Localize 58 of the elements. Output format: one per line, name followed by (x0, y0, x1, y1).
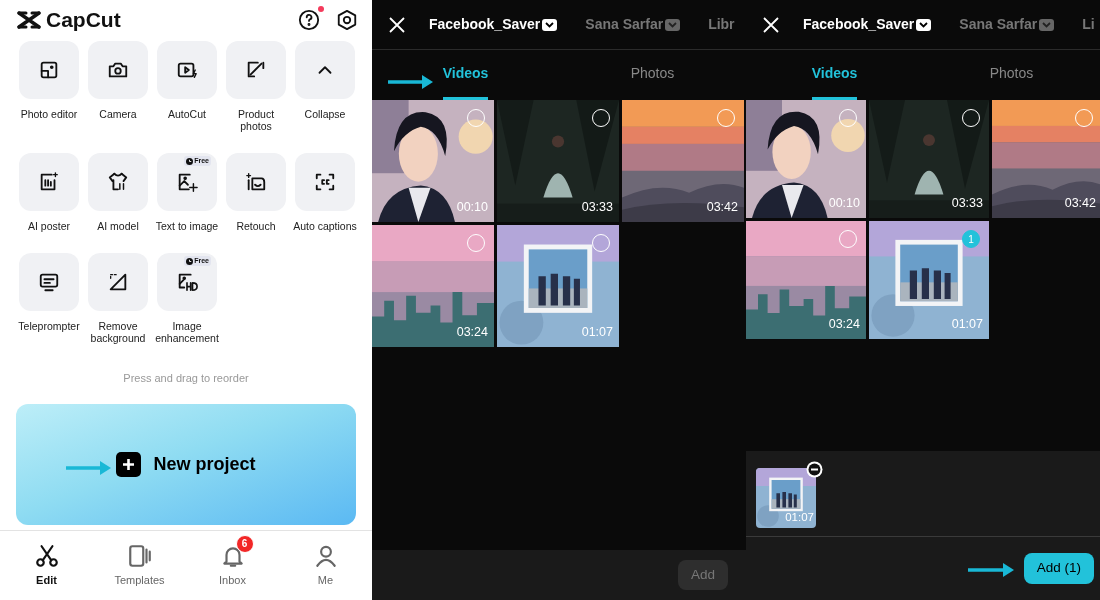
scissors-icon (33, 542, 60, 569)
pointer-arrow (66, 460, 111, 475)
duration-label: 01:07 (951, 316, 983, 334)
album-tab[interactable]: Sana Sarfar (959, 14, 1055, 35)
duration-label: 03:24 (456, 324, 488, 342)
duration-label: 03:42 (1064, 195, 1096, 213)
video-thumbnail[interactable]: 03:24 (746, 221, 866, 339)
close-icon (389, 16, 405, 33)
monitor-icon (38, 271, 60, 293)
remove-icon[interactable] (806, 460, 823, 478)
video-thumbnail[interactable]: 03:42 (622, 100, 744, 222)
image-sparkle-icon (176, 171, 198, 193)
media-tab[interactable]: Photos (923, 50, 1100, 100)
close-button[interactable] (763, 16, 779, 33)
duration-label: 03:33 (581, 199, 613, 217)
retouch-icon (245, 171, 267, 193)
templates-icon (126, 542, 153, 569)
album-tab[interactable]: Sana Sarfar (585, 14, 681, 35)
pointer-arrow (968, 562, 1014, 577)
help-icon (298, 9, 320, 31)
close-icon (763, 16, 779, 33)
album-tab[interactable]: Facebook_Saver (429, 14, 558, 35)
hint-text: Press and drag to reorder (122, 371, 250, 386)
settings-button[interactable] (336, 9, 358, 31)
clock-icon (186, 157, 194, 165)
add-button[interactable]: Add (1) (1023, 553, 1094, 584)
shirt-icon (107, 171, 129, 193)
count-badge: 6 (235, 534, 254, 553)
duration-label: 03:42 (706, 199, 738, 217)
album-tab[interactable]: Facebook_Saver (803, 14, 932, 35)
duration-label: 00:10 (456, 199, 488, 217)
album-tab[interactable]: Li (1082, 14, 1095, 35)
video-thumbnail[interactable]: 03:33 (869, 100, 989, 218)
logo-icon (16, 10, 42, 30)
pointer-arrow (388, 74, 433, 89)
settings-icon (336, 9, 358, 31)
nav-tab[interactable]: Edit (6, 534, 87, 589)
captions-icon (314, 171, 336, 193)
nav-tab[interactable]: Inbox 6 (192, 534, 273, 589)
image-icon (38, 59, 60, 81)
video-thumbnail[interactable]: 03:42 (992, 100, 1100, 218)
duration-label: 01:07 (785, 510, 814, 526)
nav-tab[interactable]: Templates (99, 534, 180, 589)
media-tab[interactable]: Photos (559, 50, 746, 100)
album-tab[interactable]: Libr (708, 14, 735, 35)
nav-tab[interactable]: Me (285, 534, 366, 589)
hd-image-icon (176, 271, 198, 293)
duration-label: 03:33 (951, 195, 983, 213)
video-thumbnail[interactable]: 03:33 (497, 100, 619, 222)
video-thumbnail[interactable]: 03:24 (372, 225, 494, 347)
app-name: CapCut (46, 7, 121, 34)
duration-label: 03:24 (828, 316, 860, 334)
duration-label: 01:07 (581, 324, 613, 342)
new-project-button[interactable]: New project (16, 403, 356, 525)
clock-icon (186, 257, 194, 265)
close-button[interactable] (389, 16, 405, 33)
plus-icon (116, 451, 142, 477)
duration-label: 00:10 (828, 195, 860, 213)
